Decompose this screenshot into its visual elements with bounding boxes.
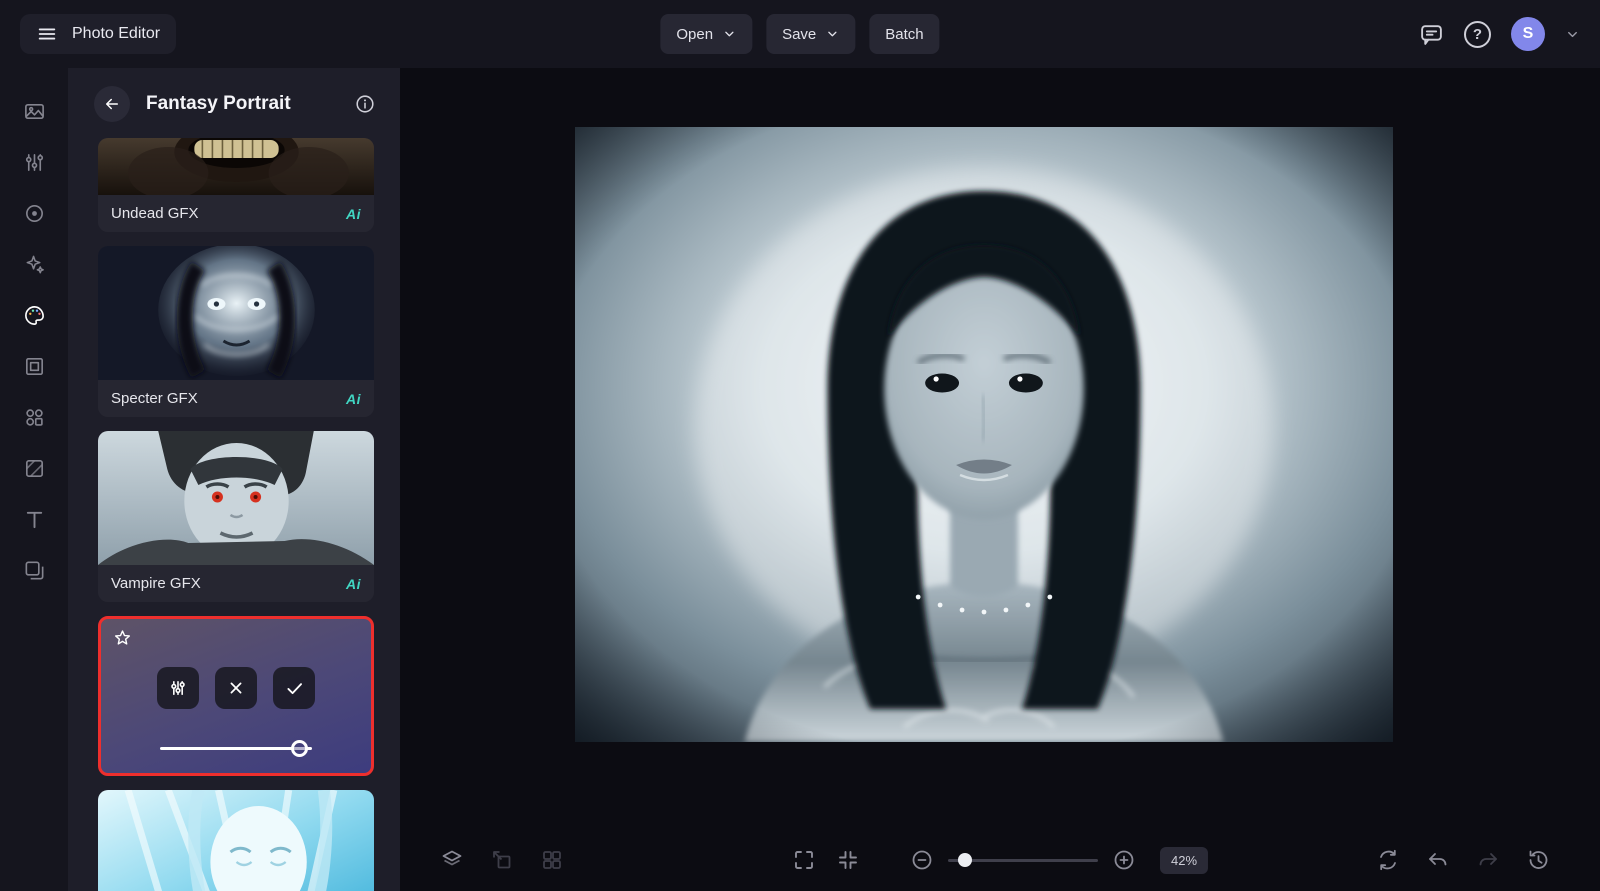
tool-rail	[0, 68, 68, 891]
intensity-slider[interactable]	[160, 740, 312, 757]
account-chevron-icon[interactable]	[1565, 27, 1580, 42]
transform-icon	[490, 848, 514, 872]
chevron-down-icon	[722, 27, 736, 41]
canvas-area[interactable]: 42%	[400, 68, 1600, 891]
cancel-effect-button[interactable]	[215, 667, 257, 709]
photo-tool-icon[interactable]	[23, 100, 46, 123]
redo-icon	[1476, 848, 1500, 872]
card-label-row: Undead GFX Ai	[98, 195, 374, 232]
canvas-toolbar-center: 42%	[792, 846, 1209, 874]
history-icon[interactable]	[1526, 848, 1550, 872]
feedback-button[interactable]	[1419, 22, 1444, 47]
ai-badge: Ai	[346, 205, 361, 222]
sliders-icon	[168, 678, 188, 698]
compare-rotate-icon[interactable]	[1376, 848, 1400, 872]
save-button-label: Save	[782, 25, 817, 43]
card-label-row: Specter GFX Ai	[98, 380, 374, 417]
canvas-toolbar-right	[1376, 848, 1550, 872]
batch-button-label: Batch	[885, 25, 924, 43]
check-icon	[284, 678, 305, 699]
feedback-bubble-icon	[1419, 22, 1444, 47]
effect-list: Undead GFX Ai Specter GFX Ai Vampire GFX…	[68, 138, 400, 891]
effects-sparkles-tool-icon[interactable]	[23, 253, 46, 276]
question-mark-icon: ?	[1472, 25, 1483, 43]
undead-thumbnail	[98, 138, 374, 195]
save-button[interactable]: Save	[766, 14, 856, 54]
elements-tool-icon[interactable]	[23, 406, 46, 429]
adjustments-tool-icon[interactable]	[23, 151, 46, 174]
close-icon	[226, 678, 246, 698]
active-effect-card[interactable]	[98, 616, 374, 776]
intensity-slider-handle[interactable]	[290, 740, 308, 757]
ai-badge: Ai	[346, 575, 361, 592]
collapse-view-icon[interactable]	[836, 848, 860, 872]
focus-eye-tool-icon[interactable]	[23, 202, 46, 225]
card-label-row: Vampire GFX Ai	[98, 565, 374, 602]
canvas-toolbar: 42%	[400, 829, 1600, 891]
zoom-controls: 42%	[910, 846, 1209, 874]
open-button[interactable]: Open	[660, 14, 753, 54]
app-title: Photo Editor	[72, 25, 161, 42]
zoom-out-icon[interactable]	[910, 848, 934, 872]
panel-title: Fantasy Portrait	[146, 93, 291, 114]
chevron-down-icon	[825, 27, 839, 41]
vampire-thumbnail	[98, 431, 374, 565]
info-button[interactable]	[354, 93, 376, 115]
layers-icon[interactable]	[440, 848, 464, 872]
specter-thumbnail	[98, 246, 374, 380]
fit-screen-icon[interactable]	[792, 848, 816, 872]
intensity-slider-track[interactable]	[160, 747, 312, 750]
main-area: Fantasy Portrait Undead GFX Ai Specter G…	[0, 68, 1600, 891]
frame-tool-icon[interactable]	[23, 355, 46, 378]
avatar[interactable]: S	[1511, 17, 1545, 51]
undo-icon[interactable]	[1426, 848, 1450, 872]
effect-actions	[101, 667, 371, 709]
deep-freeze-thumbnail	[98, 790, 374, 891]
topbar-actions: Open Save Batch	[660, 14, 940, 54]
info-icon	[354, 93, 376, 115]
styles-palette-tool-icon[interactable]	[23, 304, 46, 327]
canvas-image[interactable]	[575, 127, 1393, 742]
apply-effect-button[interactable]	[273, 667, 315, 709]
ai-badge: Ai	[346, 390, 361, 407]
texture-overlay-tool-icon[interactable]	[23, 457, 46, 480]
app-menu-button[interactable]: Photo Editor	[20, 14, 177, 54]
text-tool-icon[interactable]	[23, 508, 46, 531]
effect-name: Vampire GFX	[111, 575, 201, 592]
effect-card-specter[interactable]: Specter GFX Ai	[98, 246, 374, 417]
arrow-left-icon	[103, 95, 121, 113]
duplicate-layers-tool-icon[interactable]	[23, 559, 46, 582]
zoom-slider-handle[interactable]	[957, 853, 972, 867]
effect-card-undead[interactable]: Undead GFX Ai	[98, 138, 374, 232]
effects-panel: Fantasy Portrait Undead GFX Ai Specter G…	[68, 68, 400, 891]
photo-editor-app: Photo Editor Open Save Batch ? S Fantasy…	[0, 0, 1600, 891]
topbar: Photo Editor Open Save Batch ? S	[0, 0, 1600, 68]
effect-card-deep-freeze[interactable]: Deep Freeze GFX Ai	[98, 790, 374, 891]
effect-settings-button[interactable]	[157, 667, 199, 709]
zoom-in-icon[interactable]	[1112, 848, 1136, 872]
back-button[interactable]	[94, 86, 130, 122]
effect-card-vampire[interactable]: Vampire GFX Ai	[98, 431, 374, 602]
effect-name: Specter GFX	[111, 390, 198, 407]
zoom-slider[interactable]	[947, 853, 1098, 867]
help-button[interactable]: ?	[1464, 20, 1491, 48]
topbar-right: ? S	[1419, 17, 1580, 51]
batch-button[interactable]: Batch	[869, 14, 940, 54]
effect-name: Undead GFX	[111, 205, 199, 222]
gallery-grid-icon	[540, 848, 564, 872]
favorite-star-icon[interactable]	[112, 628, 133, 649]
open-button-label: Open	[676, 25, 714, 43]
hamburger-menu-icon	[36, 23, 58, 45]
avatar-initial: S	[1522, 25, 1534, 42]
panel-header: Fantasy Portrait	[68, 68, 400, 138]
zoom-level-badge[interactable]: 42%	[1159, 846, 1209, 874]
canvas-toolbar-left	[440, 848, 564, 872]
